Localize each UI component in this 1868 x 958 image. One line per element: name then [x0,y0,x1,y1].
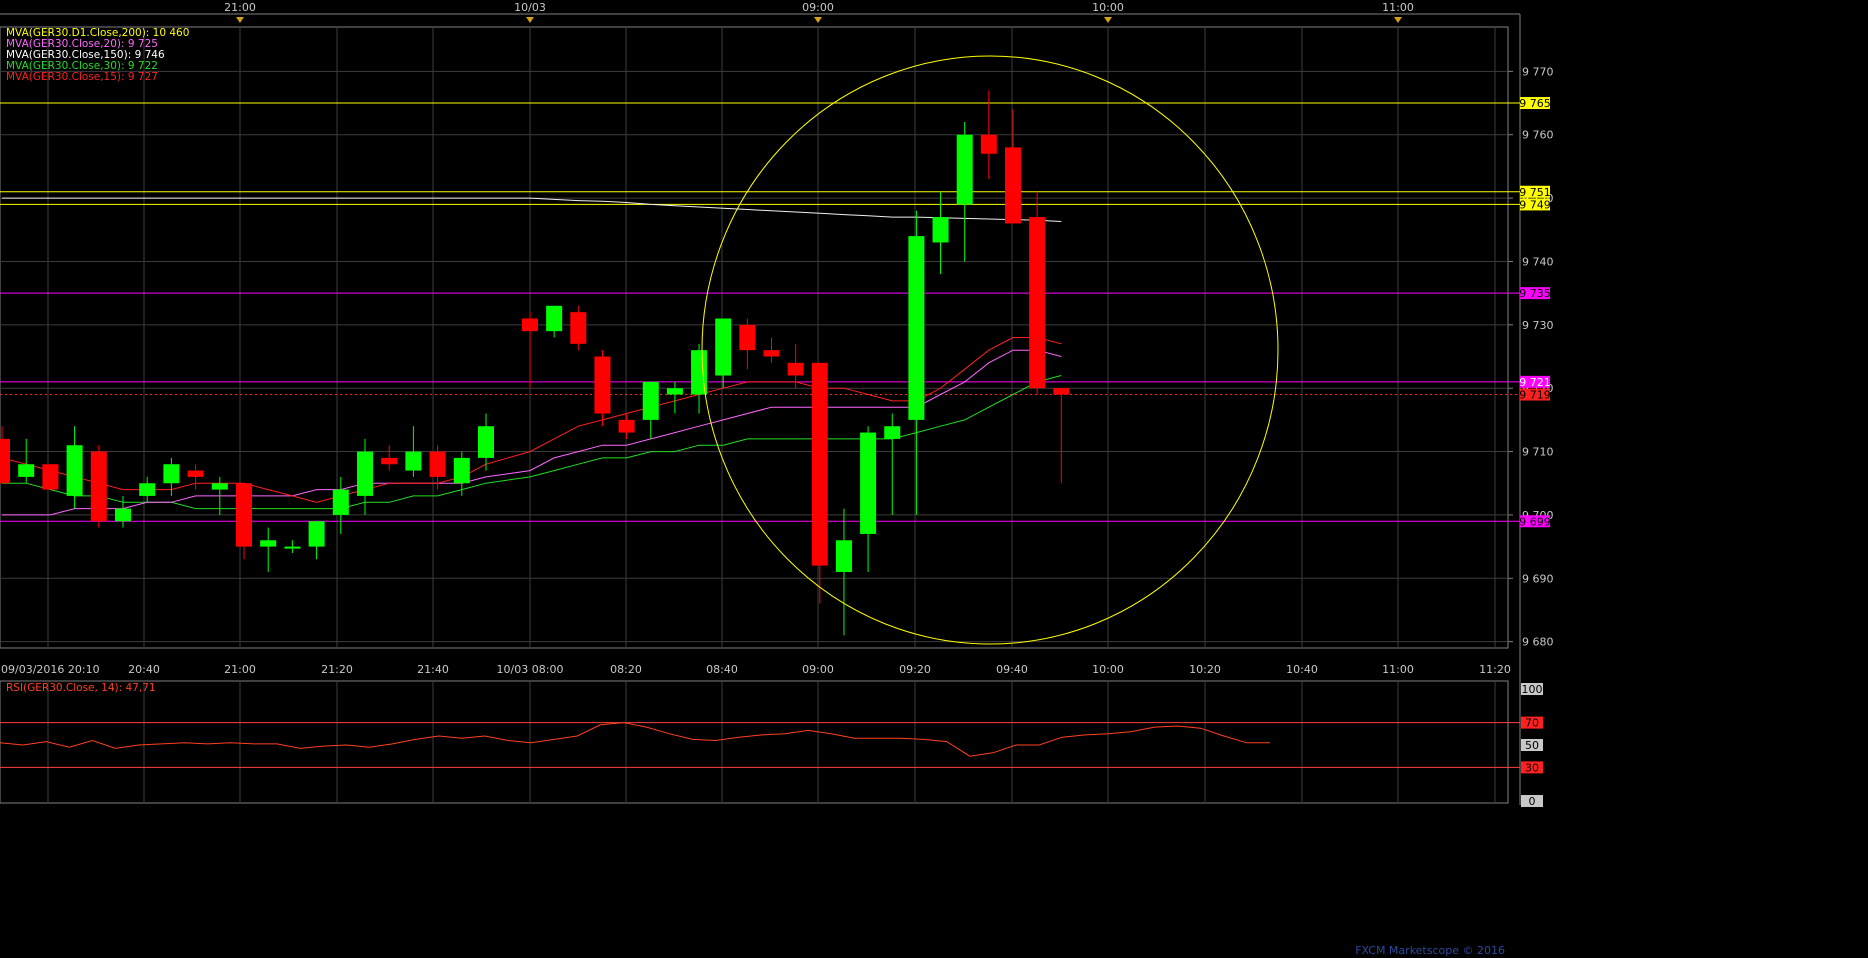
bottom-time-label: 20:40 [128,663,160,676]
candle-body [429,451,446,477]
candle-body [956,134,973,205]
candlestick-chart: 9 6809 6909 7009 7109 7209 7309 7409 750… [0,1,1554,957]
reference-label: 9 735 [1519,287,1551,300]
reference-label: 9 699 [1519,515,1551,528]
candle-body [308,521,325,547]
mva20-line [2,349,1062,516]
bottom-time-label: 21:00 [224,663,256,676]
bottom-time-label: 10/03 08:00 [497,663,564,676]
rsi-panel-frame [0,680,1509,804]
rsi-tick-label: 0 [1529,795,1536,808]
bottom-time-label: 08:20 [610,663,642,676]
candle-body [236,483,252,547]
top-time-label: 21:00 [224,1,256,14]
candle-body [115,508,131,522]
candle-body [284,546,301,549]
reference-label: 9 719 [1519,389,1551,402]
top-time-marker [1104,17,1112,23]
candle-body [332,489,349,515]
candle-body [163,464,180,484]
candle-body [357,451,373,496]
price-tick-label: 9 690 [1522,572,1554,585]
rsi-tick-label: 70 [1525,717,1539,730]
bottom-time-label: 10:40 [1286,663,1318,676]
reference-label: 9 765 [1519,97,1551,110]
candle-body [594,356,611,414]
candle-body [187,470,204,477]
candle-body [666,388,683,395]
top-time-marker [526,17,534,23]
rsi-tick-label: 100 [1522,683,1543,696]
rsi-line [0,722,1270,757]
bottom-time-label: 09:20 [899,663,931,676]
candle-body [787,362,804,376]
price-tick-label: 9 680 [1522,636,1554,649]
candle-body [18,464,35,477]
bottom-time-label: 21:40 [417,663,449,676]
top-time-label: 10/03 [514,1,546,14]
mva150-line [2,197,1062,222]
candle-body [66,445,83,496]
top-time-label: 11:00 [1382,1,1414,14]
price-tick-label: 9 770 [1522,65,1554,78]
reference-label: 9 751 [1519,186,1551,199]
candle-body [453,457,470,484]
bottom-time-label: 10:00 [1092,663,1124,676]
rsi-tick-label: 30 [1525,761,1539,774]
bottom-time-label: 09:00 [802,663,834,676]
candle-body [90,451,107,522]
bottom-time-label: 11:20 [1479,663,1511,676]
candle-body [932,217,949,243]
price-tick-label: 9 710 [1522,446,1554,459]
rsi-label: RSI(GER30.Close, 14): 47,71 [6,682,156,694]
rsi-tick-label: 50 [1525,739,1539,752]
candle-body [139,483,156,496]
candle-body [405,451,422,471]
candle-body [1053,388,1070,395]
top-time-marker [1394,17,1402,23]
candle-body [0,438,10,484]
candle-body [835,540,852,572]
candle-body [908,236,925,420]
bottom-time-label: 21:20 [321,663,353,676]
top-time-label: 10:00 [1092,1,1124,14]
bottom-time-label: 10:20 [1189,663,1221,676]
candle-body [381,457,398,465]
top-time-label: 09:00 [802,1,834,14]
candle-body [642,381,659,420]
candle-body [980,134,997,154]
candle-body [570,312,587,344]
candle-body [211,483,228,490]
top-time-marker [236,17,244,23]
bottom-time-label: 11:00 [1382,663,1414,676]
bottom-time-label: 09/03/2016 20:10 [1,663,100,676]
candle-body [260,540,277,547]
candle-body [478,426,494,458]
candle-body [860,432,877,534]
reference-label: 9 721 [1519,376,1551,389]
candle-body [739,324,756,351]
candle-body [811,362,828,566]
candle-body [42,464,59,490]
candle-body [884,426,901,439]
candle-body [618,419,635,433]
top-time-marker [814,17,822,23]
candle-body [522,318,538,332]
candle-body [763,350,780,357]
price-tick-label: 9 760 [1522,129,1554,142]
price-tick-label: 9 730 [1522,319,1554,332]
candle-body [546,305,563,332]
bottom-time-label: 08:40 [706,663,738,676]
candle-body [1005,147,1021,224]
mva30-line [2,375,1062,510]
legend-entry: MVA(GER30.Close,15): 9 727 [6,71,158,83]
candle-body [715,318,732,376]
bottom-time-label: 09:40 [996,663,1028,676]
reference-label: 9 749 [1519,198,1551,211]
watermark: FXCM Marketscope © 2016 [1355,944,1505,957]
price-tick-label: 9 740 [1522,255,1554,268]
candle-body [1029,217,1046,389]
mva15-line [1,337,1062,503]
